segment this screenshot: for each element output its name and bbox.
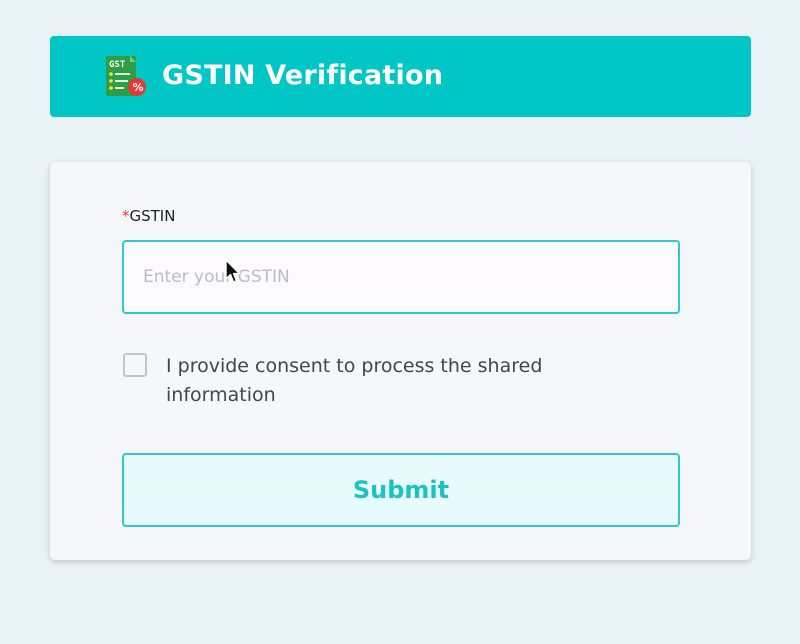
consent-label: I provide consent to process the shared … [166, 355, 543, 406]
gstin-input[interactable] [122, 240, 680, 314]
gst-icon-text: GST [109, 60, 126, 70]
submit-button[interactable]: Submit [122, 453, 680, 527]
gstin-label-text: GSTIN [129, 207, 176, 225]
svg-text:%: % [133, 81, 144, 94]
gst-document-icon: GST % [106, 56, 146, 96]
consent-checkbox[interactable] [123, 353, 147, 377]
mouse-cursor-icon [225, 259, 241, 283]
page-title: GSTIN Verification [162, 60, 444, 91]
gstin-field-label: *GSTIN [122, 205, 175, 227]
required-asterisk: * [122, 207, 130, 225]
